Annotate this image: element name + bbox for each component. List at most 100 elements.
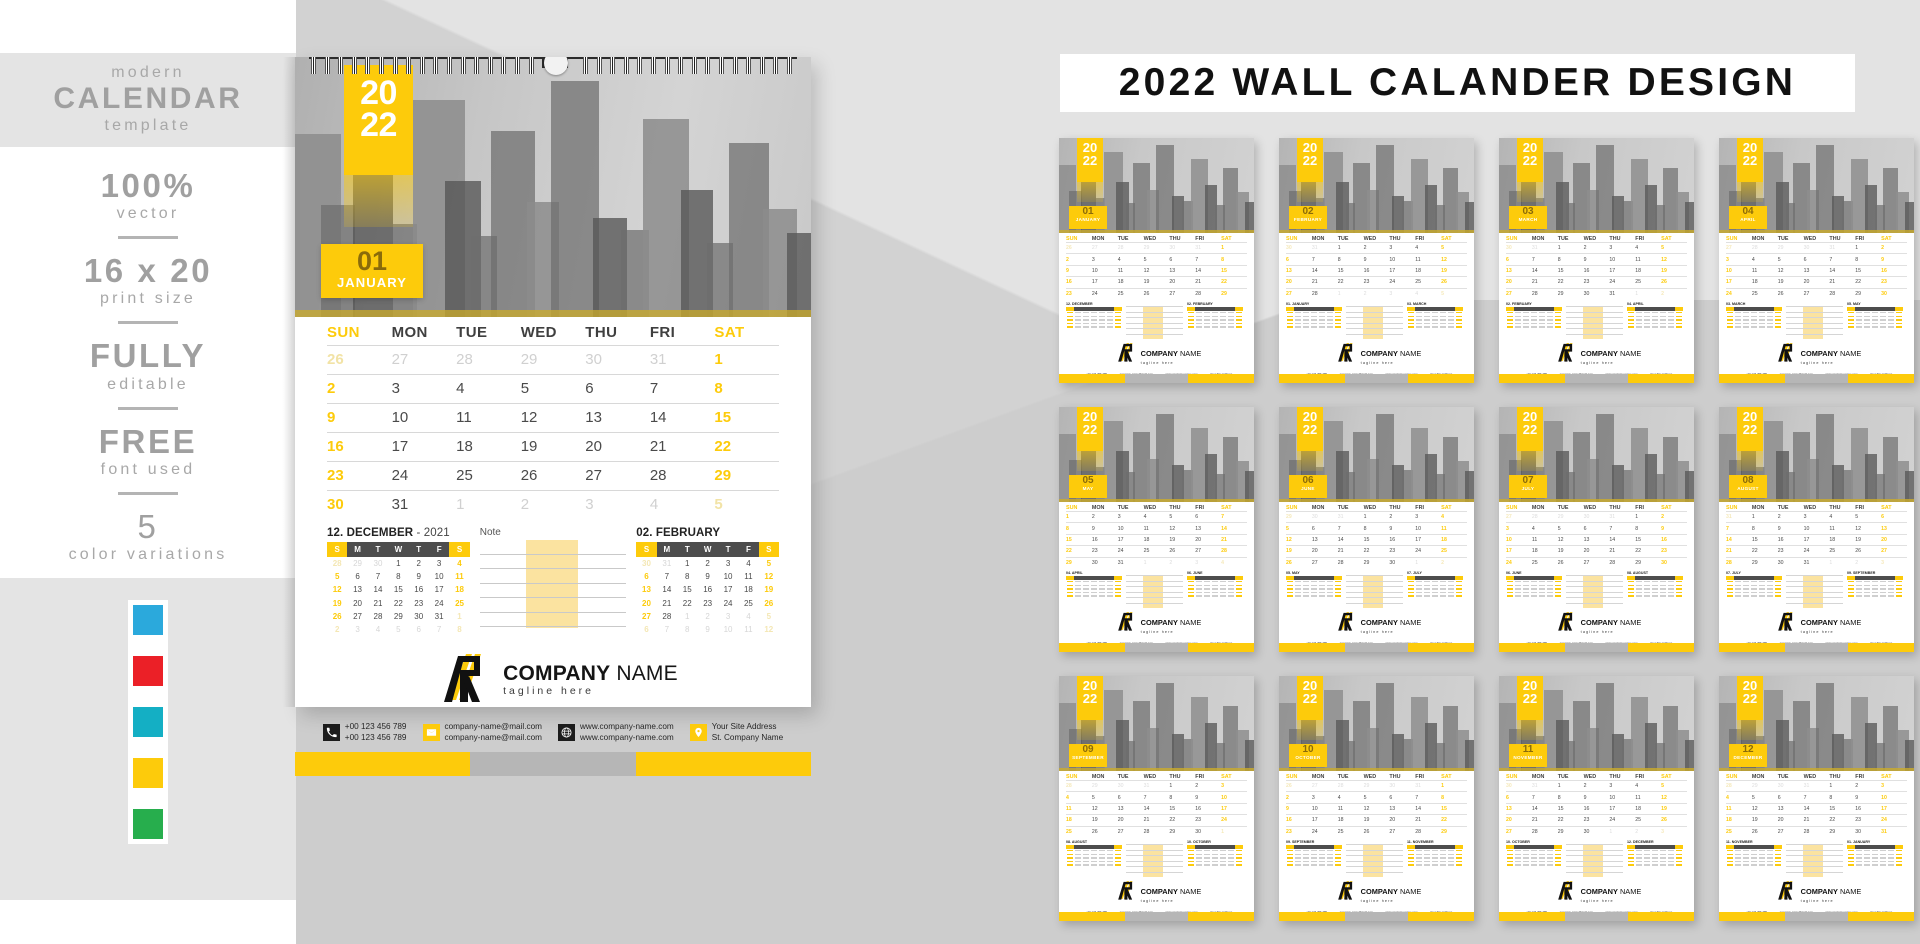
month-thumbnail-10[interactable]: 20 22 10 OCTOBER SUN MON TUE WED THU FRI SAT 26 27 28…: [1279, 676, 1474, 921]
note-area[interactable]: Note: [479, 527, 627, 636]
thumb-date-cell: 1: [1337, 287, 1364, 299]
note-lines[interactable]: [479, 540, 627, 627]
thumb-date-cell: 18: [1635, 264, 1662, 276]
date-cell[interactable]: 5: [520, 374, 586, 403]
date-cell[interactable]: 2: [520, 490, 586, 519]
date-cell[interactable]: 21: [649, 432, 715, 461]
date-cell[interactable]: 29: [520, 345, 586, 374]
date-cell[interactable]: 10: [391, 403, 457, 432]
date-cell[interactable]: 26: [520, 461, 586, 490]
thumb-mini-grid: [1066, 580, 1122, 598]
building-block: [1464, 470, 1474, 502]
note-line[interactable]: [479, 540, 627, 555]
thumb-mini-cell: [1726, 325, 1734, 329]
date-cell[interactable]: 3: [391, 374, 457, 403]
date-cell[interactable]: 13: [585, 403, 650, 432]
date-cell[interactable]: 11: [456, 403, 521, 432]
date-cell[interactable]: 9: [327, 403, 392, 432]
color-swatch-teal[interactable]: [128, 702, 168, 742]
date-cell[interactable]: 19: [520, 432, 586, 461]
date-cell[interactable]: 30: [327, 490, 392, 519]
color-swatch-red[interactable]: [128, 651, 168, 691]
date-cell[interactable]: 20: [585, 432, 650, 461]
note-line[interactable]: [479, 613, 627, 627]
date-cell[interactable]: 26: [327, 345, 392, 374]
month-thumbnail-08[interactable]: 20 22 08 AUGUST SUN MON TUE WED THU FRI SAT 31 1 2 3 4 5…: [1719, 407, 1914, 652]
date-cell[interactable]: 27: [391, 345, 457, 374]
date-cell[interactable]: 23: [327, 461, 392, 490]
month-thumbnail-05[interactable]: 20 22 05 MAY SUN MON TUE WED THU FRI SAT 1 2 3 4 5 6 7 8 9 1…: [1059, 407, 1254, 652]
date-cell[interactable]: 12: [520, 403, 586, 432]
date-cell[interactable]: 24: [391, 461, 457, 490]
date-cell[interactable]: 17: [391, 432, 457, 461]
thumb-date-cell: 27: [1506, 511, 1532, 522]
date-cell[interactable]: 7: [649, 374, 715, 403]
thumb-date-cell: 28: [1726, 780, 1752, 791]
color-swatch-green[interactable]: [128, 804, 168, 844]
thumb-company-tagline: tagline here: [1580, 361, 1614, 366]
date-cell[interactable]: 22: [714, 432, 779, 461]
thumb-date-cell: 1: [1855, 242, 1882, 253]
month-thumbnail-07[interactable]: 20 22 07 JULY SUN MON TUE WED THU FRI SAT 27 28 29 30 3…: [1499, 407, 1694, 652]
thumb-mini-cell: [1643, 863, 1651, 867]
thumb-year-tab: 20 22: [1077, 676, 1103, 720]
date-cell[interactable]: 5: [714, 490, 779, 519]
date-cell[interactable]: 1: [714, 345, 779, 374]
note-line[interactable]: [479, 598, 627, 613]
date-cell[interactable]: 3: [585, 490, 650, 519]
month-thumbnail-06[interactable]: 20 22 06 JUNE SUN MON TUE WED THU FRI SAT 29 30 31 1 2 3…: [1279, 407, 1474, 652]
date-cell[interactable]: 29: [714, 461, 779, 490]
month-thumbnail-12[interactable]: 20 22 12 DECEMBER SUN MON TUE WED THU FRI SAT 28 29 3…: [1719, 676, 1914, 921]
month-thumbnail-02[interactable]: 20 22 02 FEBRUARY SUN MON TUE WED THU FRI SAT 30 31 1…: [1279, 138, 1474, 383]
month-thumbnail-04[interactable]: 20 22 04 APRIL SUN MON TUE WED THU FRI SAT 27 28 29 30…: [1719, 138, 1914, 383]
month-thumbnail-01[interactable]: 20 22 01 JANUARY SUN MON TUE WED THU FRI SAT 26 27 28…: [1059, 138, 1254, 383]
year-top: 20: [360, 74, 397, 112]
contact-item[interactable]: +00 123 456 789 +00 123 456 789: [322, 722, 407, 744]
thumb-brand-block: COMPANY NAME tagline here: [1499, 878, 1694, 907]
date-cell[interactable]: 28: [456, 345, 521, 374]
date-cell[interactable]: 25: [456, 461, 521, 490]
date-cell[interactable]: 28: [649, 461, 715, 490]
date-cell[interactable]: 30: [585, 345, 650, 374]
thumb-mini-cell: [1546, 863, 1554, 867]
spiral-ring: [773, 57, 779, 74]
thumb-date-cell: 8: [1751, 522, 1778, 533]
date-cell[interactable]: 31: [649, 345, 715, 374]
date-cell[interactable]: 4: [456, 374, 521, 403]
date-cell[interactable]: 6: [585, 374, 650, 403]
contact-item[interactable]: company-name@mail.com company-name@mail.c…: [422, 722, 542, 744]
date-cell[interactable]: 2: [327, 374, 392, 403]
contact-item[interactable]: www.company-name.com www.company-name.com: [558, 722, 674, 744]
month-thumbnail-09[interactable]: 20 22 09 SEPTEMBER SUN MON TUE WED THU FRI SAT 28 29…: [1059, 676, 1254, 921]
thumb-mini-cell: [1235, 325, 1243, 329]
month-thumbnail-03[interactable]: 20 22 03 MARCH SUN MON TUE WED THU FRI SAT 30 31 1 2 3 4…: [1499, 138, 1694, 383]
color-swatch-yellow[interactable]: [128, 753, 168, 793]
note-line[interactable]: [479, 569, 627, 584]
thumb-date-cell: 24: [1415, 545, 1442, 556]
thumb-mini-cell: [1522, 594, 1530, 598]
thumb-date-cell: 11: [1143, 522, 1170, 533]
date-cell[interactable]: 27: [585, 461, 650, 490]
date-cell[interactable]: 18: [456, 432, 521, 461]
month-thumbnail-11[interactable]: 20 22 11 NOVEMBER SUN MON TUE WED THU FRI SAT 30 31 1…: [1499, 676, 1694, 921]
date-cell[interactable]: 16: [327, 432, 392, 461]
date-cell[interactable]: 14: [649, 403, 715, 432]
thumb-date-cell: 16: [1855, 802, 1882, 814]
thumb-mini-title: 04. APRIL: [1066, 570, 1083, 575]
thumb-month-number: 08: [1742, 475, 1754, 486]
thumb-date-cell: 26: [1751, 825, 1778, 837]
thumb-year-glow: [1517, 451, 1543, 471]
date-cell[interactable]: 8: [714, 374, 779, 403]
date-cell[interactable]: 31: [391, 490, 457, 519]
spiral-ring: [623, 57, 629, 74]
date-cell[interactable]: 1: [456, 490, 521, 519]
thumb-date-cell: 23: [1583, 814, 1610, 825]
color-swatch-blue[interactable]: [128, 600, 168, 640]
contact-item[interactable]: Your Site Address St. Company Name: [689, 722, 783, 744]
note-line[interactable]: [479, 555, 627, 569]
note-line[interactable]: [479, 584, 627, 598]
thumb-mini-cell: [1106, 863, 1114, 867]
date-cell[interactable]: 4: [649, 490, 715, 519]
date-cell[interactable]: 15: [714, 403, 779, 432]
mini-date-cell: 21: [662, 598, 672, 608]
